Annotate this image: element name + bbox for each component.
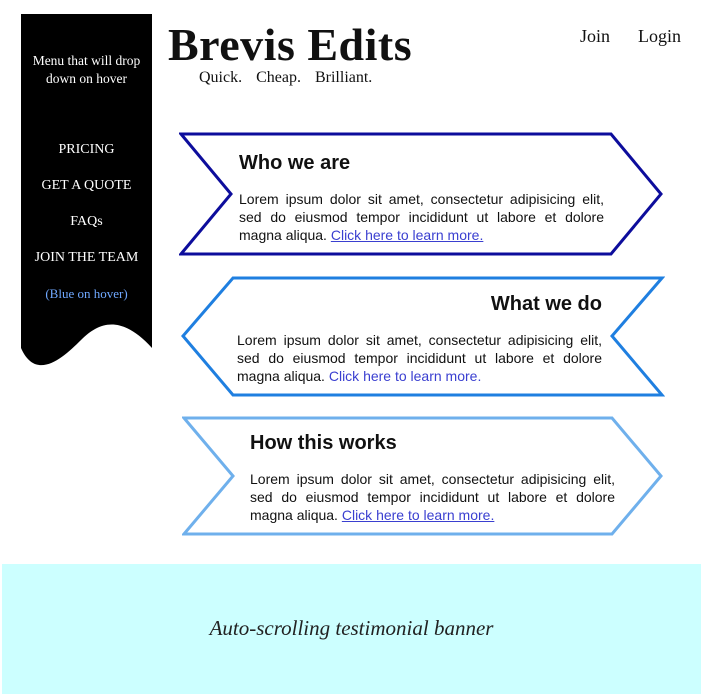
learn-more-link[interactable]: Click here to learn more. (342, 507, 495, 523)
join-link[interactable]: Join (580, 26, 610, 47)
banner-text: Auto-scrolling testimonial banner (209, 616, 494, 640)
section-title: How this works (250, 432, 397, 454)
tagline: Quick. Cheap. Brilliant. (199, 69, 373, 86)
section-title: What we do (490, 293, 602, 315)
sidebar-item-faqs[interactable]: FAQs (21, 214, 152, 230)
login-link[interactable]: Login (638, 26, 681, 47)
section-body: Lorem ipsum dolor sit amet, consectetur … (250, 470, 615, 524)
site-title: Brevis Edits (168, 19, 413, 70)
hover-note: (Blue on hover) (45, 286, 128, 301)
sidebar-item-join-the-team[interactable]: JOIN THE TEAM (21, 250, 152, 266)
section-title: Who we are (239, 152, 351, 174)
section-how-this-works: How this works Lorem ipsum dolor sit ame… (182, 416, 664, 536)
menu-note: Menu that will drop down on hover (32, 53, 141, 86)
testimonial-banner: Auto-scrolling testimonial banner (2, 564, 701, 694)
section-body: Lorem ipsum dolor sit amet, consectetur … (239, 190, 604, 244)
sidebar-item-get-a-quote[interactable]: GET A QUOTE (21, 178, 152, 194)
sidebar-item-pricing[interactable]: PRICING (21, 142, 152, 158)
learn-more-link[interactable]: Click here to learn more. (329, 368, 482, 384)
section-what-we-do: What we do Lorem ipsum dolor sit amet, c… (181, 276, 665, 397)
sidebar-menu: Menu that will drop down on hover PRICIN… (21, 14, 152, 374)
section-who-we-are: Who we are Lorem ipsum dolor sit amet, c… (179, 132, 664, 256)
learn-more-link[interactable]: Click here to learn more. (331, 227, 484, 243)
section-body: Lorem ipsum dolor sit amet, consectetur … (237, 331, 602, 385)
